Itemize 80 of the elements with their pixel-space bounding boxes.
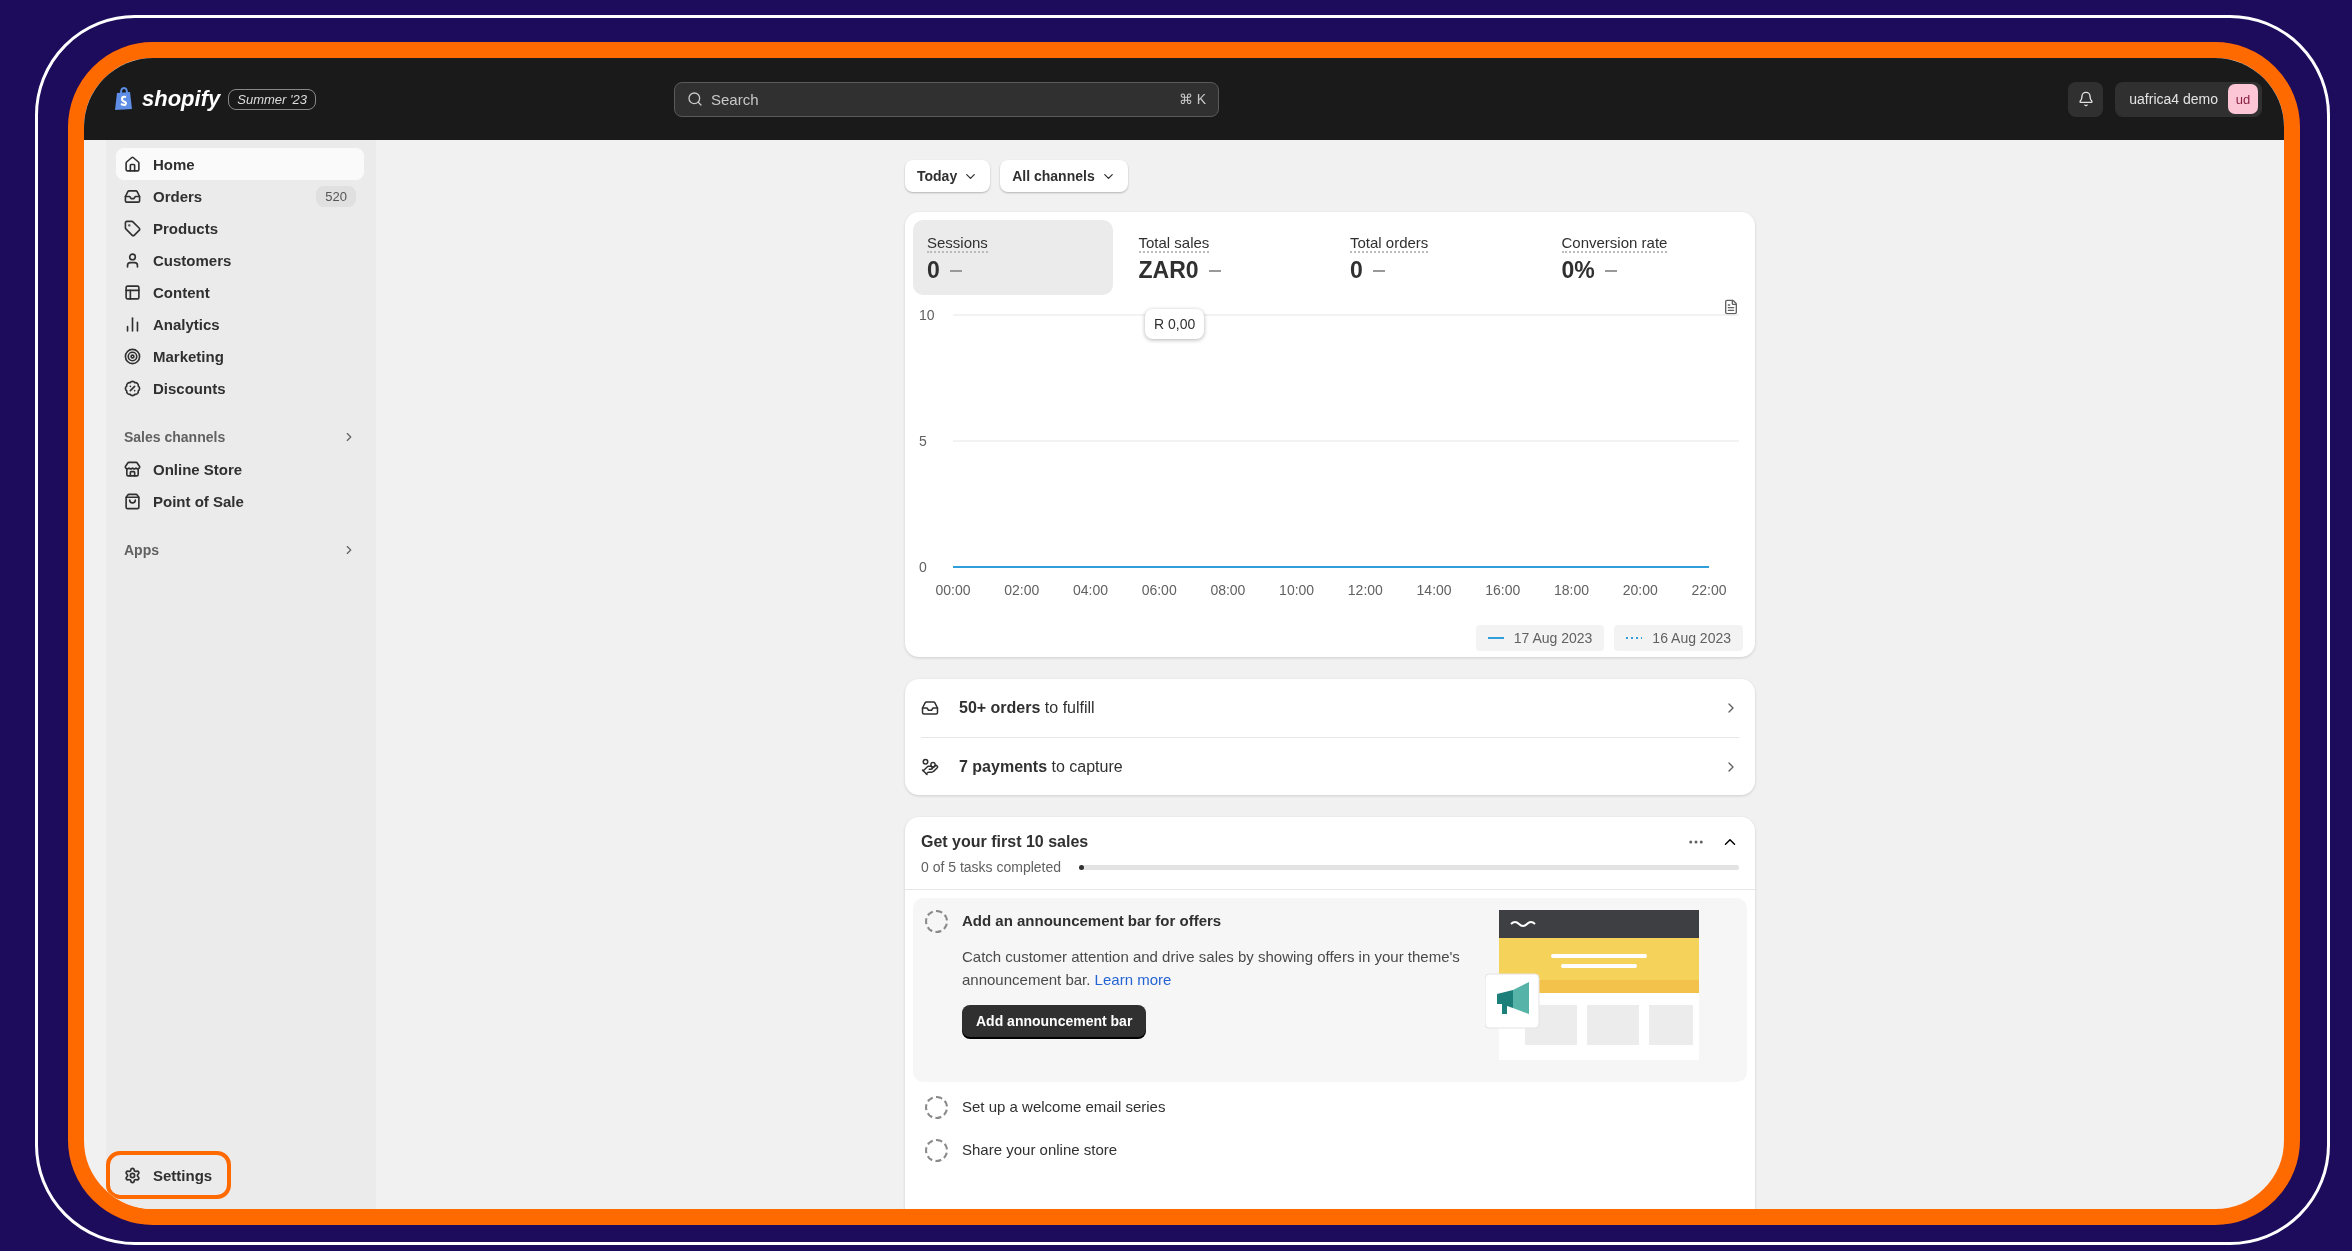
- x-axis-label: 06:00: [1141, 582, 1177, 598]
- hand-money-icon: [921, 757, 939, 776]
- search-field[interactable]: Search ⌘ K: [674, 81, 1219, 117]
- task-row[interactable]: Share your online store: [913, 1129, 1747, 1172]
- nav-item[interactable]: Point of Sale: [116, 485, 364, 517]
- account-button[interactable]: uafrica4 demo ud: [2115, 81, 2262, 117]
- legend-item: 16 Aug 2023: [1614, 625, 1743, 651]
- shopping-bag-icon: [124, 492, 141, 510]
- x-axis-label: 18:00: [1554, 582, 1590, 598]
- section-heading[interactable]: Apps: [116, 534, 364, 566]
- search-icon: [687, 91, 703, 107]
- task-title: Set up a welcome email series: [962, 1098, 1167, 1115]
- logo-wordmark: shopify: [142, 86, 221, 112]
- task-row[interactable]: Set up a welcome email series: [913, 1086, 1747, 1129]
- nav-item[interactable]: Orders 520: [116, 180, 364, 212]
- legend-line-icon: [1487, 636, 1504, 640]
- legend-item: 17 Aug 2023: [1475, 625, 1605, 651]
- x-axis-label: 22:00: [1691, 582, 1727, 598]
- metric-tab[interactable]: Total sales ZAR0: [1124, 220, 1324, 295]
- todo-row[interactable]: 50+ orders to fulfill: [921, 679, 1739, 737]
- y-axis-label: 10: [919, 307, 935, 323]
- nav-item[interactable]: Content: [116, 276, 364, 308]
- task-title: Share your online store: [962, 1141, 1119, 1158]
- x-axis-label: 14:00: [1416, 582, 1452, 598]
- filter-dropdown[interactable]: All channels: [1000, 160, 1128, 192]
- shortcut-hint: ⌘ K: [1178, 91, 1206, 107]
- target-icon: [124, 347, 141, 365]
- settings-link[interactable]: Settings: [106, 1151, 231, 1199]
- x-axis-label: 02:00: [1004, 582, 1040, 598]
- metric-tab[interactable]: Conversion rate 0%: [1547, 220, 1747, 295]
- inbox-icon: [921, 699, 939, 717]
- nav-item[interactable]: Discounts: [116, 372, 364, 404]
- report-icon[interactable]: [1723, 299, 1739, 315]
- y-axis-label: 0: [919, 559, 927, 575]
- bar-chart-icon: [124, 315, 141, 333]
- filter-dropdown[interactable]: Today: [905, 160, 991, 192]
- person-icon: [124, 251, 141, 269]
- home-icon: [124, 155, 141, 173]
- nav-item[interactable]: Customers: [116, 244, 364, 276]
- y-axis-label: 5: [919, 433, 927, 449]
- x-axis-label: 20:00: [1622, 582, 1658, 598]
- todo-row[interactable]: 7 payments to capture: [921, 737, 1739, 795]
- learn-more-link[interactable]: Learn more: [1094, 971, 1172, 988]
- nav-item[interactable]: Marketing: [116, 340, 364, 372]
- x-axis-label: 00:00: [935, 582, 971, 598]
- legend-line-icon: [1626, 636, 1643, 640]
- notifications-button[interactable]: [2068, 81, 2104, 117]
- content-icon: [124, 283, 141, 301]
- task-title: Add an announcement bar for offers: [962, 912, 1223, 929]
- nav-item[interactable]: Home: [116, 148, 364, 180]
- percent-badge-icon: [124, 379, 141, 397]
- bell-icon: [2077, 91, 2094, 107]
- task-panel[interactable]: Add an announcement bar for offers Catch customer attention and drive sales by showing offers in your theme's announcement bar. Learn more Add announcement bar: [913, 898, 1747, 1082]
- edition-badge: Summer '23: [228, 88, 316, 110]
- count-badge: 520: [316, 185, 356, 207]
- nav-item[interactable]: Products: [116, 212, 364, 244]
- avatar: ud: [2228, 84, 2258, 114]
- progress-text: 0 of 5 tasks completed: [921, 859, 1062, 875]
- incomplete-circle-icon[interactable]: [925, 1096, 948, 1119]
- shopping-bag-logo-icon: [114, 87, 134, 111]
- store-icon: [124, 460, 141, 478]
- nav-item[interactable]: Online Store: [116, 453, 364, 485]
- task-description: Catch customer attention and drive sales by showing offers in your theme's announcement bar. Learn more: [962, 947, 1461, 990]
- inbox-icon: [124, 187, 141, 205]
- incomplete-circle-icon[interactable]: [925, 910, 948, 933]
- chart-tooltip: R 0,00: [1145, 309, 1205, 339]
- nav-item[interactable]: Analytics: [116, 308, 364, 340]
- primary-button[interactable]: Add announcement bar: [962, 1005, 1147, 1037]
- incomplete-circle-icon[interactable]: [925, 1139, 948, 1162]
- metric-tab[interactable]: Total orders 0: [1336, 220, 1536, 295]
- x-axis-label: 08:00: [1210, 582, 1246, 598]
- settings-icon: [124, 1166, 141, 1184]
- section-heading[interactable]: Sales channels: [116, 421, 364, 453]
- x-axis-label: 04:00: [1072, 582, 1108, 598]
- x-axis-label: 10:00: [1279, 582, 1315, 598]
- tag-icon: [124, 219, 141, 237]
- x-axis-label: 12:00: [1347, 582, 1383, 598]
- setup-guide-title: Get your first 10 sales: [921, 833, 1090, 851]
- metric-tab[interactable]: Sessions 0: [913, 220, 1113, 295]
- x-axis-label: 16:00: [1485, 582, 1521, 598]
